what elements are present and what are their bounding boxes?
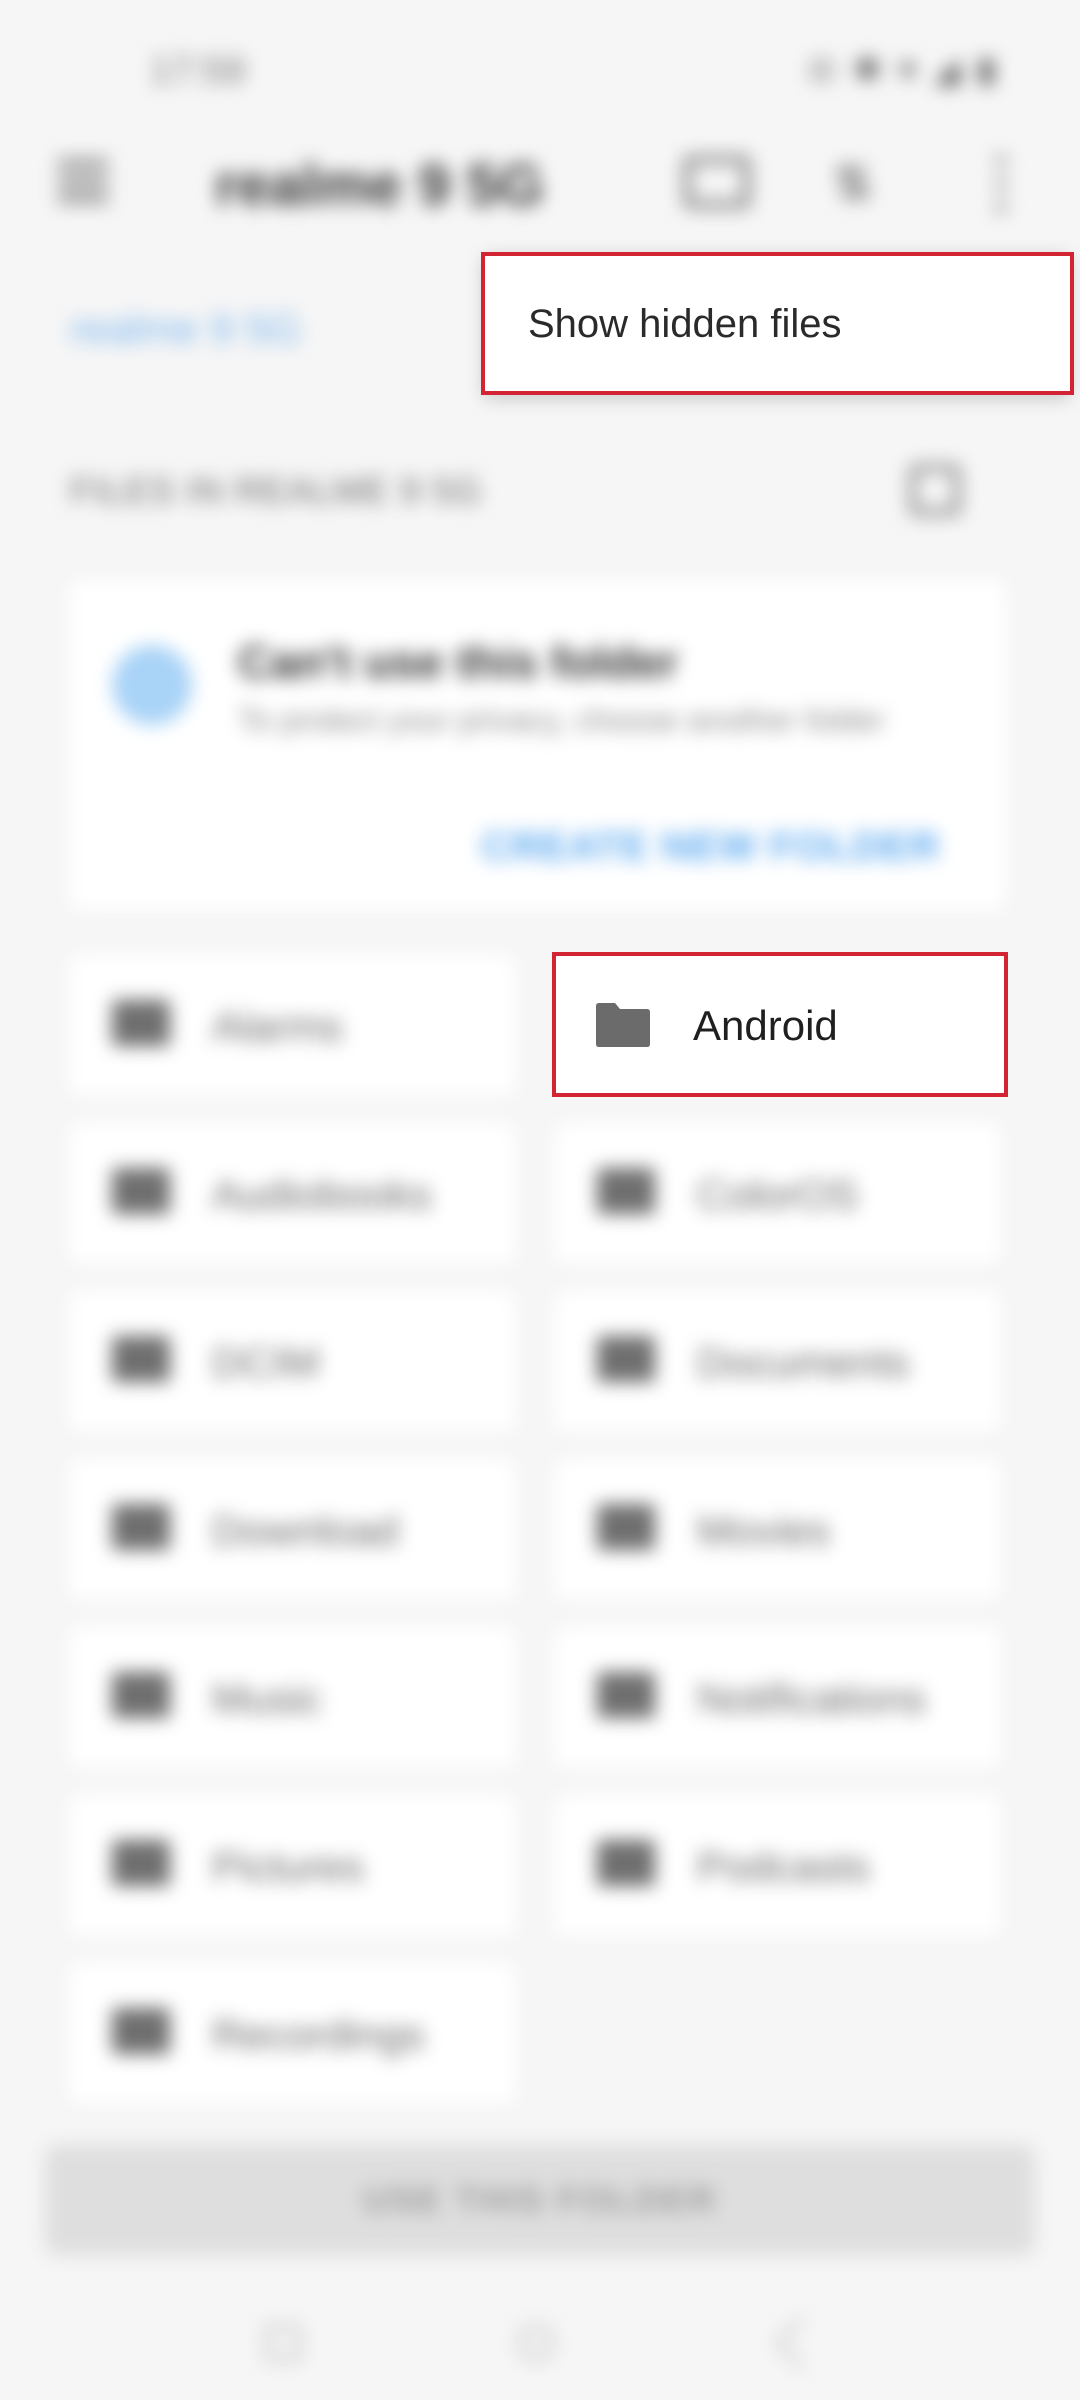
folder-label: ColorOS (697, 1171, 859, 1218)
folder-podcasts[interactable]: Podcasts (555, 1795, 1000, 1935)
create-new-folder-button[interactable]: CREATE NEW FOLDER (482, 825, 940, 870)
home-icon[interactable] (518, 2325, 554, 2361)
folder-movies[interactable]: Movies (555, 1459, 1000, 1599)
status-time: 17:59 (150, 50, 246, 92)
more-vert-icon[interactable] (996, 156, 1006, 212)
folder-audiobooks[interactable]: Audiobooks (70, 1123, 515, 1263)
folder-label: Podcasts (697, 1843, 870, 1890)
folder-download[interactable]: Download (70, 1459, 515, 1599)
warning-card: Can't use this folder To protect your pr… (70, 580, 1005, 910)
hamburger-icon[interactable] (58, 160, 108, 202)
app-title: realme 9 5G (215, 153, 544, 218)
sort-icon[interactable]: ⇅ (833, 156, 873, 212)
folder-android[interactable]: Android (555, 955, 1005, 1095)
folder-icon (112, 1672, 170, 1718)
folder-icon (112, 1000, 170, 1046)
recents-icon[interactable] (265, 2325, 301, 2361)
folder-label: Android (693, 1002, 838, 1049)
folder-icon (596, 1003, 650, 1047)
folder-pictures[interactable]: Pictures (70, 1795, 515, 1935)
warning-body: To protect your privacy, choose another … (238, 702, 885, 738)
folder-dcim[interactable]: DCIM (70, 1291, 515, 1431)
folder-label: Music (212, 1675, 322, 1722)
folder-icon (112, 1840, 170, 1886)
folder-label: Notifications (697, 1675, 926, 1722)
folder-icon (597, 1840, 655, 1886)
info-icon (112, 645, 192, 725)
use-this-folder-button[interactable]: USE THIS FOLDER (45, 2145, 1035, 2255)
folder-icon (112, 2008, 170, 2054)
status-icons: ⊙ ✱ ▾ ◢ ▮ (807, 51, 1000, 89)
status-bar: 17:59 ⊙ ✱ ▾ ◢ ▮ (0, 0, 1080, 130)
breadcrumb[interactable]: realme 9 5G (70, 305, 301, 353)
system-nav-bar (0, 2270, 1080, 2400)
files-header: FILES IN REALME 9 5G (70, 470, 483, 511)
show-hidden-files-item[interactable]: Show hidden files (528, 302, 842, 347)
back-icon[interactable] (774, 2317, 826, 2369)
folder-label: Alarms (212, 1003, 343, 1050)
folder-icon (112, 1168, 170, 1214)
folder-icon (597, 1168, 655, 1214)
folder-coloros[interactable]: ColorOS (555, 1123, 1000, 1263)
new-folder-icon[interactable] (684, 156, 750, 208)
folder-label: Download (212, 1507, 399, 1554)
folder-icon (597, 1336, 655, 1382)
folder-notifications[interactable]: Notifications (555, 1627, 1000, 1767)
folder-label: DCIM (212, 1339, 320, 1386)
folder-icon (112, 1336, 170, 1382)
warning-title: Can't use this folder (238, 636, 679, 688)
folder-label: Movies (697, 1507, 831, 1554)
folder-label: Audiobooks (212, 1171, 432, 1218)
folder-icon (112, 1504, 170, 1550)
grid-view-icon[interactable] (910, 465, 960, 515)
overflow-menu-popup: Show hidden files (483, 252, 1070, 395)
folder-alarms[interactable]: Alarms (70, 955, 515, 1095)
folder-documents[interactable]: Documents (555, 1291, 1000, 1431)
folder-icon (597, 1672, 655, 1718)
folder-recordings[interactable]: Recordings (70, 1963, 515, 2103)
folder-label: Documents (697, 1339, 910, 1386)
folder-label: Recordings (212, 2011, 425, 2058)
folder-label: Pictures (212, 1843, 364, 1890)
folder-music[interactable]: Music (70, 1627, 515, 1767)
app-bar: realme 9 5G ⇅ (0, 130, 1080, 240)
folder-icon (597, 1504, 655, 1550)
